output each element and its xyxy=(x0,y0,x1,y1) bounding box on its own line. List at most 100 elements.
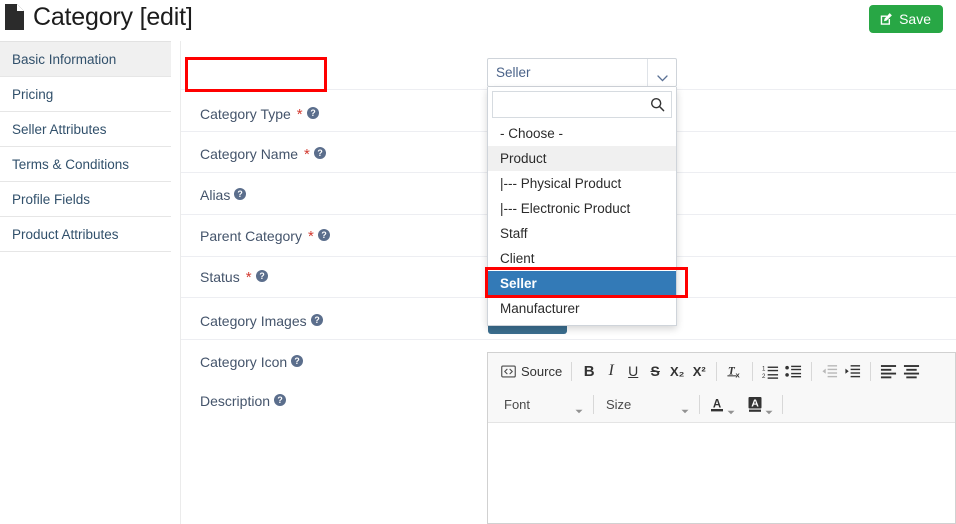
label-category-icon: Category Icon ? xyxy=(200,354,304,370)
help-icon[interactable]: ? xyxy=(310,313,323,326)
svg-text:?: ? xyxy=(259,271,264,281)
dropdown-option-choose[interactable]: - Choose - xyxy=(488,121,676,146)
dropdown-option-product[interactable]: Product xyxy=(488,146,676,171)
sidebar-item-terms-conditions[interactable]: Terms & Conditions xyxy=(0,147,171,182)
label-category-name: Category Name * ? xyxy=(200,146,326,162)
background-color-button[interactable]: A xyxy=(744,396,776,414)
label-category-type: Category Type * ? xyxy=(200,106,319,122)
sidebar-item-label: Basic Information xyxy=(12,51,117,67)
svg-text:?: ? xyxy=(314,315,319,325)
underline-icon[interactable]: U xyxy=(622,358,644,384)
bulleted-list-icon[interactable] xyxy=(782,358,805,384)
strikethrough-label: S xyxy=(650,363,660,379)
help-icon[interactable]: ? xyxy=(306,106,319,119)
category-type-select-arrow[interactable] xyxy=(647,59,676,86)
sidebar-item-label: Terms & Conditions xyxy=(12,156,130,172)
required-marker: * xyxy=(307,227,314,245)
dropdown-option-seller[interactable]: Seller xyxy=(488,271,676,296)
sidebar-item-product-attributes[interactable]: Product Attributes xyxy=(0,217,171,252)
bold-icon[interactable]: B xyxy=(578,358,600,384)
label-text: Category Icon xyxy=(200,354,288,370)
help-icon[interactable]: ? xyxy=(313,146,326,159)
dropdown-option-manufacturer[interactable]: Manufacturer xyxy=(488,296,676,321)
source-button[interactable]: Source xyxy=(498,364,565,379)
svg-text:?: ? xyxy=(321,230,326,240)
dropdown-option-staff[interactable]: Staff xyxy=(488,221,676,246)
italic-icon[interactable]: I xyxy=(600,358,622,384)
svg-text:?: ? xyxy=(310,108,315,118)
sidebar-item-profile-fields[interactable]: Profile Fields xyxy=(0,182,171,217)
bold-label: B xyxy=(583,362,595,380)
dropdown-option-physical-product[interactable]: |--- Physical Product xyxy=(488,171,676,196)
svg-text:A: A xyxy=(713,398,721,410)
source-button-label: Source xyxy=(521,363,563,379)
svg-text:A: A xyxy=(751,397,759,409)
category-type-dropdown: - Choose - Product |--- Physical Product… xyxy=(487,87,677,326)
label-text: Parent Category xyxy=(200,228,302,244)
label-text: Description xyxy=(200,393,271,409)
subscript-label: X₂ xyxy=(669,363,685,379)
font-family-label: Font xyxy=(504,396,531,412)
save-button[interactable]: Save xyxy=(869,5,943,33)
align-center-icon[interactable] xyxy=(900,358,923,384)
label-status: Status * ? xyxy=(200,269,268,285)
sidebar-item-basic-information[interactable]: Basic Information xyxy=(0,42,171,77)
category-type-selected-value: Seller xyxy=(496,65,531,80)
required-marker: * xyxy=(245,268,252,286)
chevron-down-icon xyxy=(575,402,583,413)
help-icon[interactable]: ? xyxy=(274,393,287,406)
font-size-select[interactable]: Size xyxy=(600,392,693,416)
font-family-select[interactable]: Font xyxy=(498,392,587,416)
editor-toolbar-row-1: Source B I U S X₂ X² T x 1 2 xyxy=(488,357,955,385)
dropdown-option-client[interactable]: Client xyxy=(488,246,676,271)
text-color-icon: A xyxy=(709,396,725,413)
numbered-list-icon[interactable]: 1 2 xyxy=(759,358,782,384)
dropdown-search[interactable] xyxy=(492,91,672,118)
svg-text:1: 1 xyxy=(762,365,766,372)
toolbar-separator xyxy=(571,361,573,381)
help-icon[interactable]: ? xyxy=(317,228,330,241)
sidebar-item-label: Product Attributes xyxy=(12,226,119,242)
align-left-icon[interactable] xyxy=(877,358,900,384)
label-parent-category: Parent Category * ? xyxy=(200,228,330,244)
italic-label: I xyxy=(608,362,614,379)
category-type-select[interactable]: Seller xyxy=(487,58,677,87)
sidebar-item-label: Pricing xyxy=(12,86,54,102)
title-wrap: Category [edit] xyxy=(4,2,193,32)
help-icon[interactable]: ? xyxy=(234,187,247,200)
dropdown-search-input[interactable] xyxy=(493,92,671,117)
text-color-button[interactable]: A xyxy=(706,396,738,414)
required-marker: * xyxy=(304,145,310,163)
toolbar-separator xyxy=(752,361,754,381)
editor-toolbar-row-2: Font Size A A xyxy=(488,390,955,418)
chevron-down-icon xyxy=(656,69,668,82)
superscript-icon[interactable]: X² xyxy=(688,358,710,384)
indent-icon[interactable] xyxy=(841,358,864,384)
outdent-icon[interactable] xyxy=(818,358,841,384)
required-marker: * xyxy=(296,105,303,123)
label-description: Description ? xyxy=(200,393,287,409)
dropdown-search-wrap xyxy=(488,87,676,121)
toolbar-separator xyxy=(593,394,594,414)
sidebar-item-seller-attributes[interactable]: Seller Attributes xyxy=(0,112,171,147)
description-editor: Source B I U S X₂ X² T x 1 2 Font Size A… xyxy=(487,352,956,524)
dropdown-option-electronic-product[interactable]: |--- Electronic Product xyxy=(488,196,676,221)
search-icon xyxy=(650,97,665,112)
remove-format-icon[interactable]: T x xyxy=(723,358,746,384)
help-icon[interactable]: ? xyxy=(291,354,304,367)
sidebar-item-label: Seller Attributes xyxy=(12,121,107,137)
dropdown-option-list: - Choose - Product |--- Physical Product… xyxy=(488,121,676,321)
chevron-down-icon xyxy=(765,402,773,414)
toolbar-separator xyxy=(811,361,813,381)
svg-text:x: x xyxy=(736,370,741,379)
strikethrough-icon[interactable]: S xyxy=(644,358,666,384)
subscript-icon[interactable]: X₂ xyxy=(666,358,688,384)
sidebar-item-pricing[interactable]: Pricing xyxy=(0,77,171,112)
svg-text:?: ? xyxy=(317,148,322,158)
description-editor-body[interactable] xyxy=(488,423,955,523)
help-icon[interactable]: ? xyxy=(255,269,268,282)
svg-text:2: 2 xyxy=(762,373,766,380)
document-icon xyxy=(4,3,26,31)
label-category-images: Category Images ? xyxy=(200,313,323,329)
background-color-icon: A xyxy=(747,396,763,413)
